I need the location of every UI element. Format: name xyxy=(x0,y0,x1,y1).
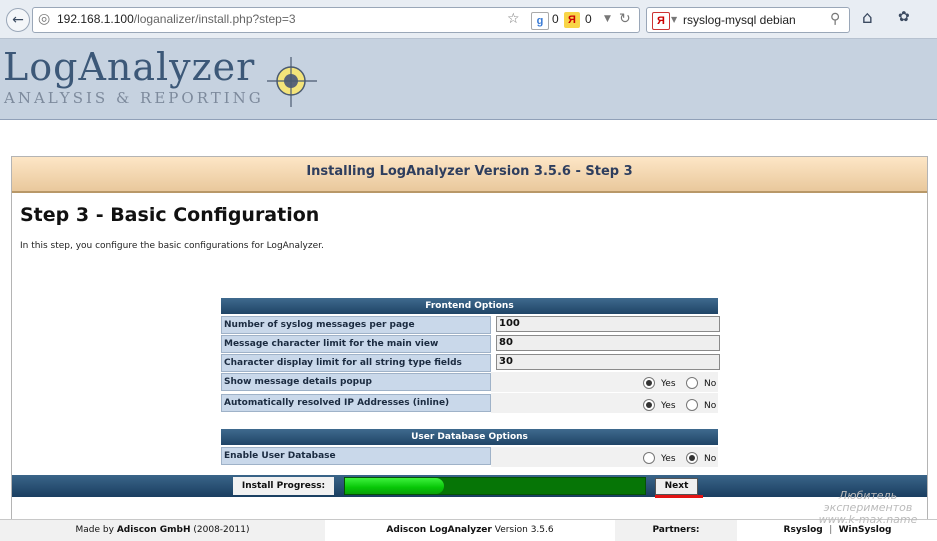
string-display-limit-input[interactable]: 30 xyxy=(496,354,720,370)
address-bar[interactable]: ◎ 192.168.1.100/loganalizer/install.php?… xyxy=(32,7,640,33)
footer-years: (2008-2011) xyxy=(193,525,250,535)
url-path: /loganalizer/install.php?step=3 xyxy=(133,12,296,26)
addon-icon[interactable]: ✿ xyxy=(898,9,910,25)
progress-row: Install Progress: Next xyxy=(12,475,927,498)
globe-icon: ◎ xyxy=(38,11,51,27)
messages-per-page-label: Number of syslog messages per page xyxy=(221,316,491,334)
resolve-ip-no-label: No xyxy=(704,401,717,411)
magnifier-icon[interactable]: ⚲ xyxy=(830,11,840,27)
footer-partners-label: Partners: xyxy=(615,520,737,541)
messages-per-page-input[interactable]: 100 xyxy=(496,316,720,332)
details-popup-no-radio[interactable] xyxy=(686,377,698,389)
reload-icon[interactable]: ↻ xyxy=(619,11,631,27)
details-popup-yes-label: Yes xyxy=(661,379,676,389)
resolve-ip-yes-radio[interactable] xyxy=(643,399,655,411)
resolve-ip-no-radio[interactable] xyxy=(686,399,698,411)
enable-user-db-options: Yes No xyxy=(491,447,718,467)
yandex-search-icon[interactable]: Я xyxy=(652,12,670,30)
logo-title: LogAnalyzer xyxy=(3,45,256,89)
site-header: LogAnalyzer ANALYSIS & REPORTING xyxy=(0,39,937,120)
back-button[interactable]: ← xyxy=(6,8,30,32)
search-engine-dropdown-icon[interactable]: ▼ xyxy=(671,15,677,24)
details-popup-yes-radio[interactable] xyxy=(643,377,655,389)
details-popup-options: Yes No xyxy=(491,372,718,392)
details-popup-no-label: No xyxy=(704,379,717,389)
footer-made-by: Made by Adiscon GmbH (2008-2011) xyxy=(0,520,325,541)
page-title: Step 3 - Basic Configuration xyxy=(20,204,320,226)
search-box[interactable]: Я ▼ rsyslog-mysql debian ⚲ xyxy=(646,7,850,33)
step-description: In this step, you configure the basic co… xyxy=(20,241,324,251)
resolve-ip-yes-label: Yes xyxy=(661,401,676,411)
home-icon[interactable]: ⌂ xyxy=(862,8,873,28)
footer-made-by-prefix: Made by xyxy=(75,525,114,535)
resolve-ip-options: Yes No xyxy=(491,393,718,413)
user-database-options-header: User Database Options xyxy=(221,429,718,445)
watermark: Любитель экспериментов www.k-max.name xyxy=(808,490,928,526)
resolve-ip-label: Automatically resolved IP Addresses (inl… xyxy=(221,394,491,412)
search-input[interactable]: rsyslog-mysql debian xyxy=(683,13,796,27)
string-display-limit-label: Character display limit for all string t… xyxy=(221,354,491,372)
yandex-count: 0 xyxy=(585,12,592,26)
google-count: 0 xyxy=(552,12,559,26)
details-popup-label: Show message details popup xyxy=(221,373,491,391)
enable-user-db-yes-label: Yes xyxy=(661,454,676,464)
install-panel: Installing LogAnalyzer Version 3.5.6 - S… xyxy=(11,156,928,520)
step-header-text: Installing LogAnalyzer Version 3.5.6 - S… xyxy=(306,164,633,179)
install-progress-label: Install Progress: xyxy=(233,477,334,495)
page-footer: Made by Adiscon GmbH (2008-2011) Adiscon… xyxy=(0,519,937,541)
next-button[interactable]: Next xyxy=(655,478,698,495)
dropdown-icon[interactable]: ▼ xyxy=(604,14,611,24)
enable-user-db-no-radio[interactable] xyxy=(686,452,698,464)
yandex-badge-icon[interactable]: Я xyxy=(564,12,580,28)
footer-company-link[interactable]: Adiscon GmbH xyxy=(117,525,191,535)
enable-user-db-yes-radio[interactable] xyxy=(643,452,655,464)
star-icon[interactable]: ☆ xyxy=(507,11,520,27)
footer-product-link[interactable]: Adiscon LogAnalyzer xyxy=(386,525,491,535)
next-button-underline xyxy=(655,495,703,498)
message-char-limit-label: Message character limit for the main vie… xyxy=(221,335,491,353)
partner-rsyslog-link[interactable]: Rsyslog xyxy=(784,525,823,535)
install-progress-bar xyxy=(344,477,646,495)
crosshair-logo-icon xyxy=(267,57,317,107)
browser-toolbar: ← ◎ 192.168.1.100/loganalizer/install.ph… xyxy=(0,0,937,39)
footer-version: Version 3.5.6 xyxy=(494,525,554,535)
url-text: 192.168.1.100/loganalizer/install.php?st… xyxy=(57,12,296,26)
partner-separator: | xyxy=(825,525,836,535)
message-char-limit-input[interactable]: 80 xyxy=(496,335,720,351)
google-badge-icon[interactable]: g xyxy=(531,12,549,30)
partner-winsyslog-link[interactable]: WinSyslog xyxy=(839,525,892,535)
watermark-line-3: www.k-max.name xyxy=(818,513,918,526)
logo-subtitle: ANALYSIS & REPORTING xyxy=(4,89,264,107)
install-progress-fill xyxy=(345,478,444,494)
url-host: 192.168.1.100 xyxy=(57,12,134,26)
enable-user-db-no-label: No xyxy=(704,454,717,464)
footer-product: Adiscon LogAnalyzer Version 3.5.6 xyxy=(326,520,614,541)
frontend-options-header: Frontend Options xyxy=(221,298,718,314)
step-header: Installing LogAnalyzer Version 3.5.6 - S… xyxy=(12,157,927,193)
enable-user-db-label: Enable User Database xyxy=(221,447,491,465)
